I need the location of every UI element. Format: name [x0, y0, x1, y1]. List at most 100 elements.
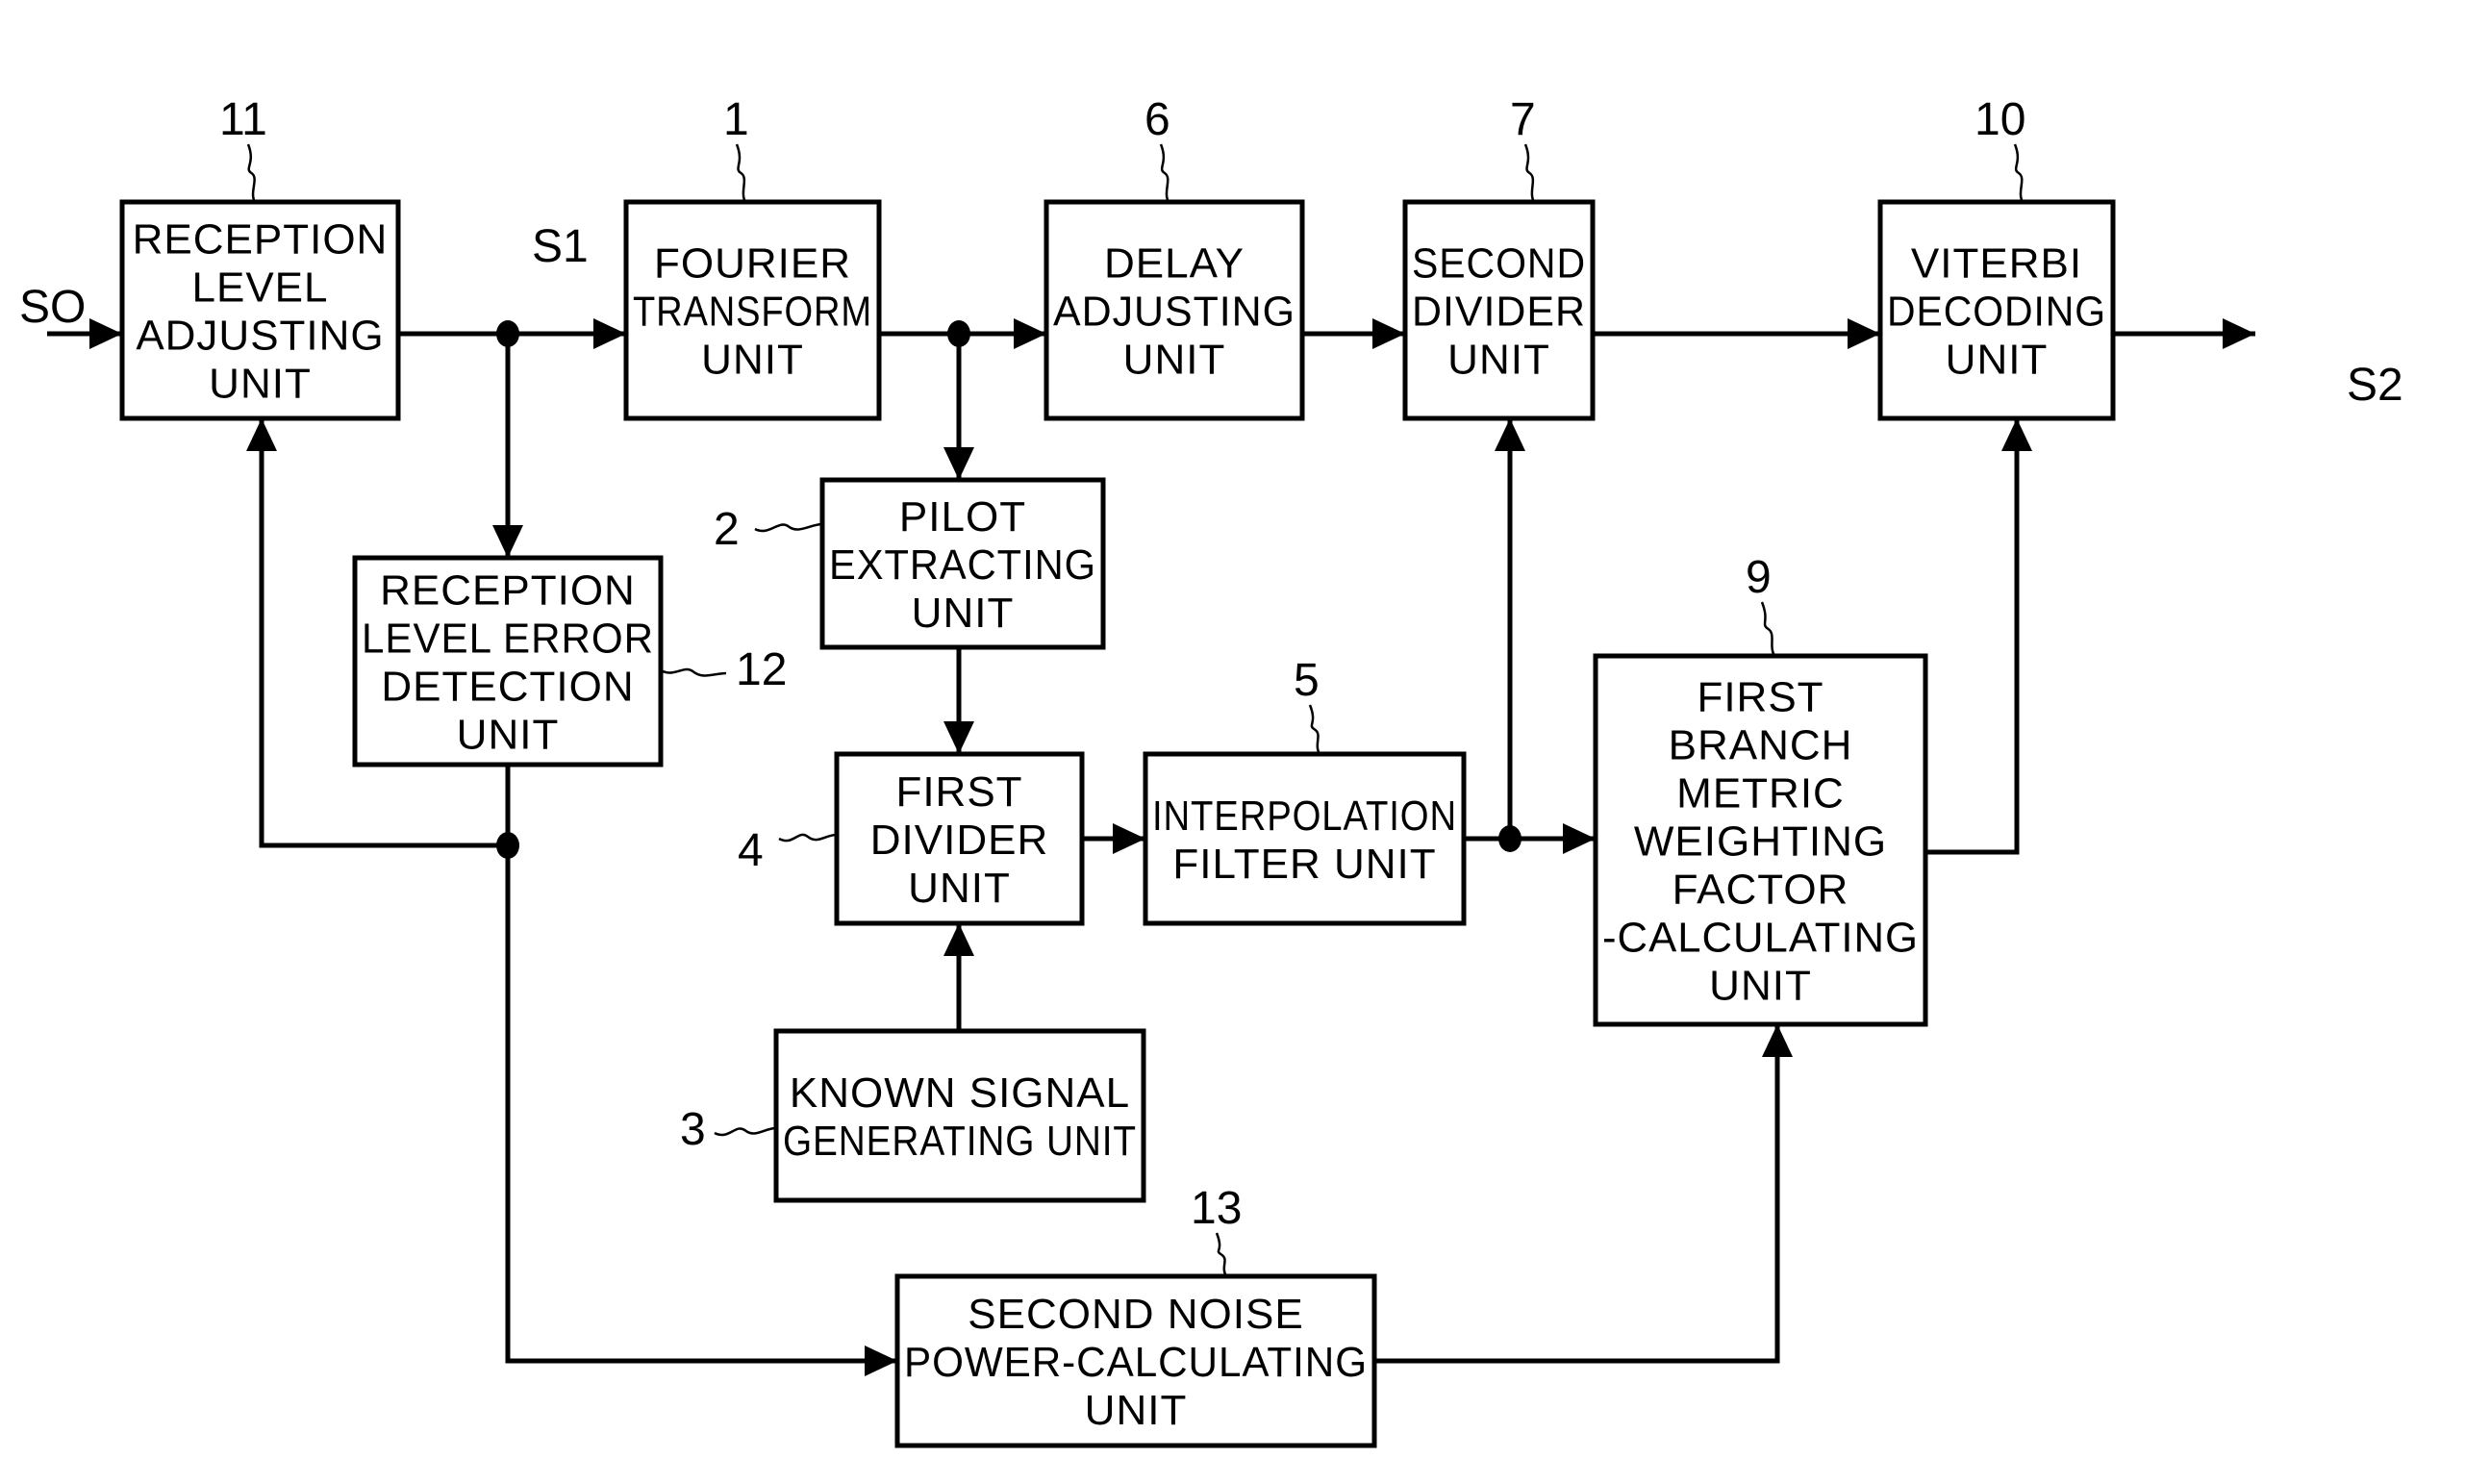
- arrowhead-icon: [593, 318, 626, 349]
- block-label-line: UNIT: [912, 590, 1015, 637]
- leader-line: [1308, 704, 1321, 755]
- block-label-line: FILTER UNIT: [1172, 841, 1436, 888]
- leader-line: [778, 833, 838, 843]
- leader-line: [1760, 601, 1776, 657]
- ref-numeral-b10: 10: [1974, 94, 2025, 145]
- signal-label-s0: SO: [19, 282, 86, 333]
- arrowhead-icon: [492, 525, 523, 558]
- ref-numeral-b6: 6: [1144, 94, 1170, 145]
- block-b3: KNOWN SIGNALGENERATING UNIT: [773, 1028, 1146, 1203]
- block-b5: INTERPOLATIONFILTER UNIT: [1143, 751, 1467, 926]
- block-b4: FIRSTDIVIDERUNIT: [834, 751, 1085, 926]
- block-label-line: VITERBI: [1911, 240, 2082, 288]
- wire-13-to-9: [1374, 1024, 1780, 1364]
- arrowhead-icon: [943, 447, 974, 480]
- leader-line: [1215, 1232, 1228, 1277]
- wire-9-to-10: [1925, 418, 2020, 855]
- block-label-line: RECEPTION: [133, 216, 389, 264]
- ref-numeral-b5: 5: [1294, 655, 1320, 706]
- arrowhead-icon: [1014, 318, 1046, 349]
- block-label-line: UNIT: [457, 712, 560, 759]
- block-label-line: FACTOR: [1673, 867, 1849, 914]
- block-label-line: SECOND: [1412, 240, 1586, 288]
- block-label-line: UNIT: [209, 361, 312, 408]
- arrowhead-icon: [1113, 823, 1145, 854]
- block-b6: DELAYADJUSTINGUNIT: [1044, 199, 1305, 421]
- block-label-line: EXTRACTING: [829, 541, 1096, 589]
- block-label-line: UNIT: [1085, 1387, 1188, 1434]
- block-label-line: TRANSFORM: [633, 289, 872, 336]
- ref-numeral-b11: 11: [219, 94, 267, 145]
- ref-numeral-b13: 13: [1191, 1183, 1242, 1234]
- block-label-line: POWER-CALCULATING: [904, 1339, 1368, 1386]
- block-b11: RECEPTIONLEVELADJUSTINGUNIT: [119, 199, 401, 421]
- block-label-line: LEVEL: [192, 264, 329, 312]
- signal-label-s2: S2: [2347, 360, 2403, 411]
- block-b1: FOURIERTRANSFORMUNIT: [623, 199, 882, 421]
- block-b7: SECONDDIVIDERUNIT: [1402, 199, 1596, 421]
- arrowhead-icon: [89, 318, 122, 349]
- block-label-line: UNIT: [701, 337, 804, 384]
- arrowhead-icon: [1495, 418, 1525, 451]
- block-b10: VITERBIDECODINGUNIT: [1877, 199, 2116, 421]
- function-blocks: RECEPTIONLEVELADJUSTINGUNITFOURIERTRANSF…: [119, 199, 2116, 1448]
- ref-numeral-b2: 2: [714, 504, 740, 555]
- block-b2: PILOTEXTRACTINGUNIT: [819, 477, 1106, 650]
- block-label-line: FIRST: [895, 768, 1022, 816]
- arrowhead-icon: [246, 418, 277, 451]
- signal-label-s1: S1: [532, 221, 589, 272]
- leader-line: [660, 667, 727, 677]
- block-label-line: UNIT: [1709, 963, 1812, 1010]
- arrowhead-icon: [943, 923, 974, 956]
- arrowhead-icon: [1848, 318, 1880, 349]
- block-label-line: METRIC: [1676, 770, 1845, 817]
- block-label-line: DELAY: [1104, 240, 1245, 288]
- ref-numeral-b7: 7: [1510, 94, 1536, 145]
- block-label-line: UNIT: [908, 865, 1011, 912]
- block-label-line: INTERPOLATION: [1152, 792, 1457, 840]
- arrowhead-icon: [1762, 1024, 1793, 1057]
- leader-line: [246, 143, 257, 203]
- block-label-line: DIVIDER: [1412, 289, 1586, 336]
- block-label-line: UNIT: [1123, 337, 1226, 384]
- block-label-line: LEVEL ERROR: [362, 616, 654, 663]
- leader-line: [2013, 143, 2025, 203]
- arrowhead-icon: [1563, 823, 1596, 854]
- ref-numeral-b3: 3: [680, 1104, 706, 1155]
- block-b13: SECOND NOISEPOWER-CALCULATINGUNIT: [894, 1273, 1377, 1448]
- block-label-line: DETECTION: [381, 664, 634, 711]
- ref-numeral-b1: 1: [723, 94, 749, 145]
- arrowhead-icon: [865, 1346, 897, 1376]
- arrowhead-icon: [2223, 318, 2255, 349]
- block-label-line: FIRST: [1697, 674, 1823, 721]
- leader-line: [1159, 143, 1170, 203]
- arrowhead-icon: [943, 721, 974, 754]
- block-diagram: RECEPTIONLEVELADJUSTINGUNITFOURIERTRANSF…: [19, 94, 2403, 1448]
- block-label-line: -CALCULATING: [1602, 915, 1919, 962]
- block-label-line: BRANCH: [1669, 722, 1853, 769]
- block-label-line: ADJUSTING: [136, 313, 384, 360]
- block-label-line: GENERATING UNIT: [783, 1118, 1137, 1165]
- block-label-line: UNIT: [1447, 337, 1550, 384]
- ref-numeral-b12: 12: [736, 644, 787, 695]
- block-label-line: PILOT: [899, 493, 1026, 541]
- block-label-line: RECEPTION: [380, 567, 636, 615]
- block-label-line: SECOND NOISE: [968, 1291, 1303, 1338]
- arrowhead-icon: [2001, 418, 2032, 451]
- block-label-line: UNIT: [1946, 337, 2049, 384]
- block-label-line: ADJUSTING: [1053, 289, 1295, 336]
- block-b9: FIRSTBRANCHMETRICWEIGHTINGFACTOR-CALCULA…: [1593, 653, 1928, 1027]
- ref-numeral-b9: 9: [1746, 552, 1772, 603]
- leader-line: [714, 1126, 777, 1137]
- ref-numeral-b4: 4: [738, 825, 764, 876]
- block-label-line: DIVIDER: [870, 817, 1048, 864]
- leader-line: [735, 143, 747, 203]
- arrowhead-icon: [1372, 318, 1405, 349]
- leader-line: [1523, 143, 1536, 203]
- block-label-line: FOURIER: [654, 240, 851, 288]
- block-label-line: KNOWN SIGNAL: [790, 1069, 1130, 1117]
- block-b12: RECEPTIONLEVEL ERRORDETECTIONUNIT: [352, 555, 664, 767]
- block-label-line: WEIGHTING: [1634, 818, 1887, 866]
- leader-line: [754, 522, 823, 533]
- block-label-line: DECODING: [1887, 289, 2106, 336]
